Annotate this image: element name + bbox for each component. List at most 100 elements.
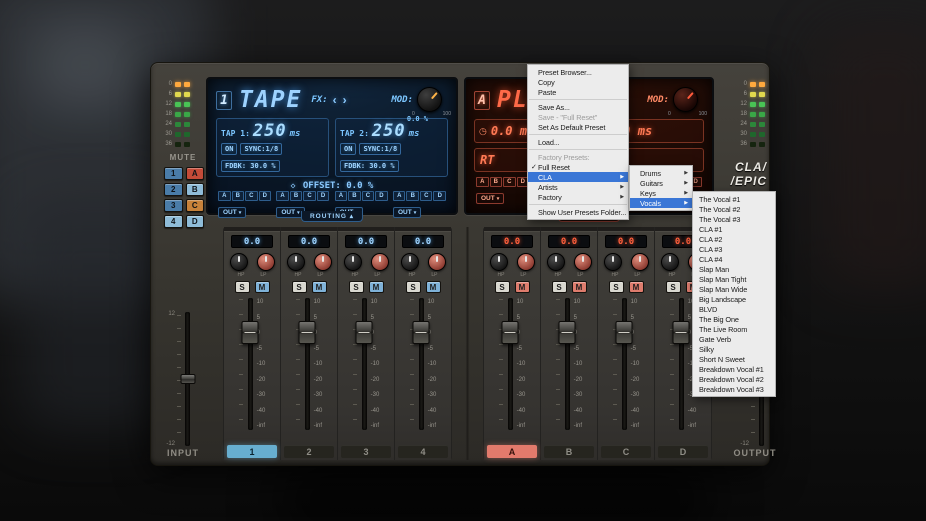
menu-item[interactable]: Drums — [630, 168, 692, 178]
solo-button[interactable]: S — [235, 281, 250, 293]
menu-item[interactable]: Save As... — [528, 102, 628, 112]
solo-button[interactable]: S — [609, 281, 624, 293]
solo-button[interactable]: S — [292, 281, 307, 293]
input-fader-thumb[interactable] — [180, 374, 195, 384]
menu-item[interactable]: The Vocal #2 — [693, 204, 775, 214]
routing-tab[interactable]: ROUTING ▴ — [301, 211, 363, 222]
tap-time-value[interactable]: 250 — [253, 121, 287, 141]
reverb-preset-slot[interactable]: A — [474, 91, 490, 110]
channel-mute-button[interactable]: 2 — [164, 183, 183, 196]
hp-knob[interactable] — [287, 253, 305, 271]
channel-mute-button[interactable]: 3 — [164, 199, 183, 212]
mute-button[interactable]: M — [572, 281, 587, 293]
menu-item[interactable] — [529, 99, 627, 100]
route-toggle-button[interactable]: A — [218, 191, 231, 201]
menu-item[interactable]: Slap Man Tight — [693, 274, 775, 284]
channel-tab[interactable]: 3 — [341, 445, 391, 458]
tap-feedback-field[interactable]: FDBK: 30.0 % — [221, 160, 280, 172]
menu-item[interactable]: Slap Man Wide — [693, 284, 775, 294]
menu-item[interactable]: Breakdown Vocal #1 — [693, 364, 775, 374]
offset-row[interactable]: ◇ OFFSET: 0.0 % — [216, 181, 448, 191]
lp-knob[interactable] — [574, 253, 592, 271]
solo-button[interactable]: S — [495, 281, 510, 293]
menu-item[interactable]: Set As Default Preset — [528, 122, 628, 132]
mod-knob[interactable] — [417, 87, 442, 112]
menu-item[interactable]: Artists — [528, 182, 628, 192]
mute-button[interactable]: M — [255, 281, 270, 293]
menu-item[interactable]: Guitars — [630, 178, 692, 188]
menu-item[interactable]: Load... — [528, 137, 628, 147]
channel-fader-thumb[interactable] — [502, 321, 519, 344]
menu-item[interactable]: Factory Presets: — [528, 152, 628, 162]
solo-button[interactable]: S — [666, 281, 681, 293]
channel-mute-button[interactable]: A — [186, 167, 205, 180]
out-select-button[interactable]: OUT ▾ — [218, 207, 246, 218]
menu-item[interactable]: Breakdown Vocal #3 — [693, 384, 775, 394]
channel-fader-thumb[interactable] — [356, 321, 373, 344]
menu-item[interactable]: Big Landscape — [693, 294, 775, 304]
mod-knob[interactable] — [673, 87, 698, 112]
hp-knob[interactable] — [344, 253, 362, 271]
lp-knob[interactable] — [371, 253, 389, 271]
route-toggle-button[interactable]: C — [420, 191, 433, 201]
channel-tab[interactable]: 4 — [398, 445, 448, 458]
route-toggle-button[interactable]: D — [317, 191, 330, 201]
menu-item[interactable]: BLVD — [693, 304, 775, 314]
menu-item[interactable]: Vocals — [630, 198, 692, 208]
hp-knob[interactable] — [401, 253, 419, 271]
route-toggle-button[interactable]: B — [490, 177, 503, 187]
menu-item[interactable]: Copy — [528, 77, 628, 87]
menu-item[interactable]: Breakdown Vocal #2 — [693, 374, 775, 384]
hp-knob[interactable] — [547, 253, 565, 271]
channel-tab[interactable]: D — [658, 445, 708, 458]
menu-item[interactable]: Slap Man — [693, 264, 775, 274]
menu-item[interactable]: The Big One — [693, 314, 775, 324]
menu-item[interactable]: CLA #2 — [693, 234, 775, 244]
solo-button[interactable]: S — [406, 281, 421, 293]
hp-knob[interactable] — [604, 253, 622, 271]
menu-item[interactable]: Paste — [528, 87, 628, 97]
menu-item[interactable]: Full Reset — [528, 162, 628, 172]
prev-fx-icon[interactable]: ‹ — [332, 94, 338, 106]
lp-knob[interactable] — [428, 253, 446, 271]
channel-tab[interactable]: B — [544, 445, 594, 458]
channel-fader-thumb[interactable] — [616, 321, 633, 344]
solo-button[interactable]: S — [552, 281, 567, 293]
next-fx-icon[interactable]: › — [342, 94, 348, 106]
route-toggle-button[interactable]: C — [503, 177, 516, 187]
lp-knob[interactable] — [314, 253, 332, 271]
menu-item[interactable]: The Live Room — [693, 324, 775, 334]
route-toggle-button[interactable]: B — [290, 191, 303, 201]
tap-on-button[interactable]: ON — [221, 143, 237, 155]
lp-knob[interactable] — [631, 253, 649, 271]
channel-mute-button[interactable]: D — [186, 215, 205, 228]
hp-knob[interactable] — [661, 253, 679, 271]
delay-preset-slot[interactable]: 1 — [216, 91, 232, 110]
menu-item[interactable]: Show User Presets Folder... — [528, 207, 628, 217]
menu-item[interactable]: CLA — [528, 172, 628, 182]
hp-knob[interactable] — [230, 253, 248, 271]
menu-item[interactable]: Gate Verb — [693, 334, 775, 344]
route-toggle-button[interactable]: D — [375, 191, 388, 201]
menu-item[interactable]: CLA #4 — [693, 254, 775, 264]
out-select-button[interactable]: OUT ▾ — [476, 193, 504, 204]
route-toggle-button[interactable]: C — [245, 191, 258, 201]
menu-item[interactable]: Factory — [528, 192, 628, 202]
solo-button[interactable]: S — [349, 281, 364, 293]
menu-item[interactable]: The Vocal #1 — [693, 194, 775, 204]
channel-fader-thumb[interactable] — [559, 321, 576, 344]
route-toggle-button[interactable]: C — [362, 191, 375, 201]
channel-tab[interactable]: A — [487, 445, 537, 458]
tap-on-button[interactable]: ON — [340, 143, 356, 155]
menu-item[interactable] — [529, 149, 627, 150]
route-toggle-button[interactable]: B — [232, 191, 245, 201]
tap-time-value[interactable]: 250 — [372, 121, 406, 141]
route-toggle-button[interactable]: C — [303, 191, 316, 201]
menu-item[interactable] — [529, 134, 627, 135]
mute-button[interactable]: M — [515, 281, 530, 293]
mute-button[interactable]: M — [426, 281, 441, 293]
route-toggle-button[interactable]: D — [259, 191, 272, 201]
tap-feedback-field[interactable]: FDBK: 30.0 % — [340, 160, 399, 172]
out-select-button[interactable]: OUT ▾ — [393, 207, 421, 218]
tap-sync-select[interactable]: SYNC:1/8 — [359, 143, 401, 155]
